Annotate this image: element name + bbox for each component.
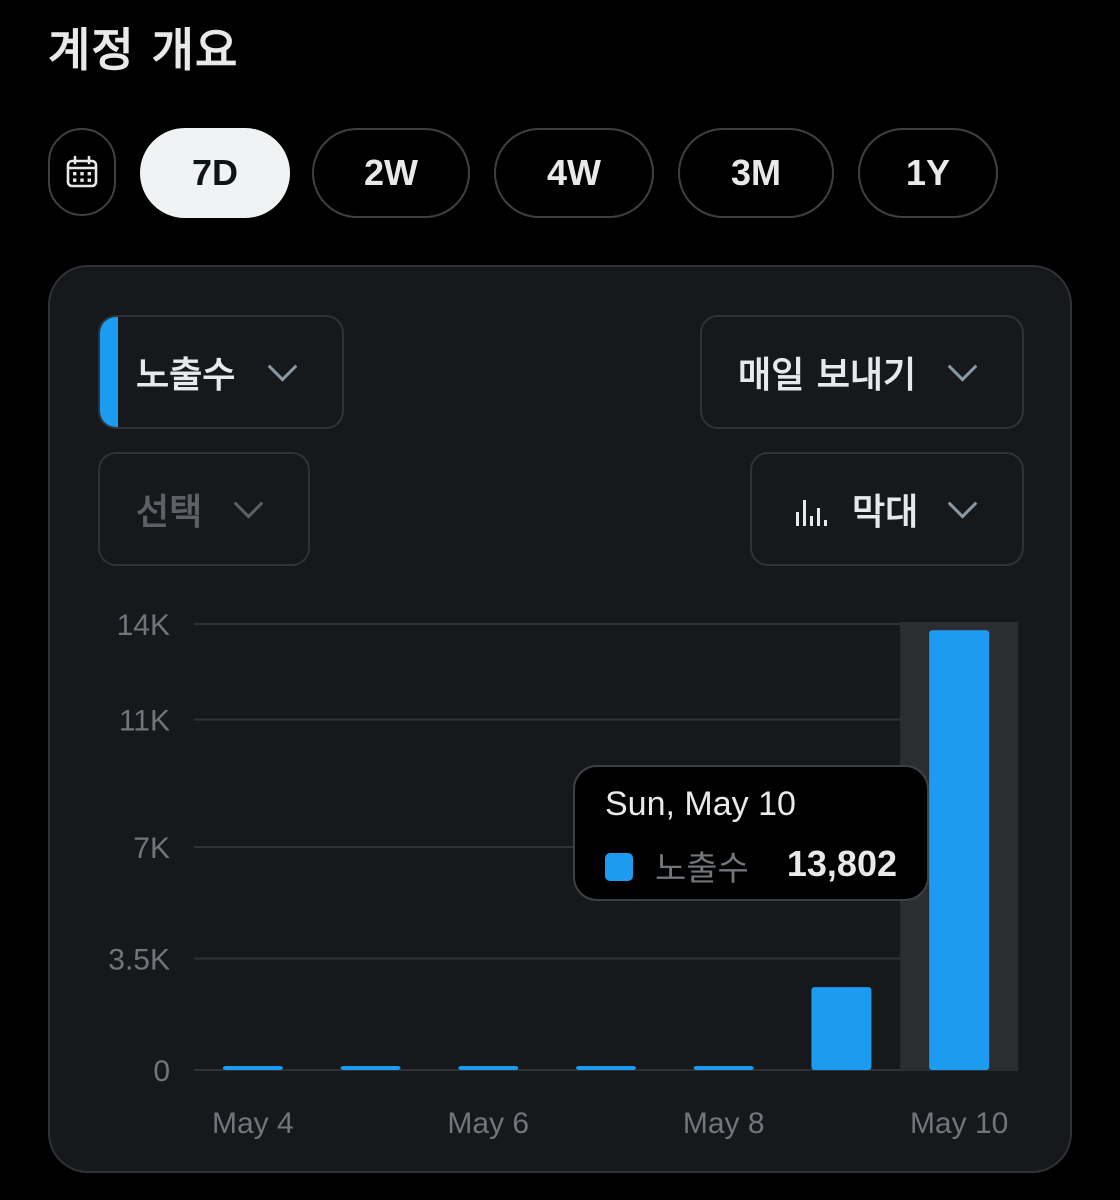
tooltip-series-name: 노출수 [655,849,749,889]
range-button-3m[interactable]: 3M [678,128,834,218]
y-tick-label: 7K [133,832,170,865]
range-button-7d[interactable]: 7D [140,128,290,218]
x-tick-label: May 8 [683,1107,765,1140]
x-tick-label: May 10 [910,1107,1008,1140]
chart-card: 노출수 매일 보내기 선택 막대 0 3.5K 7K 11K 14K May 4 May … [48,265,1072,1173]
tooltip-value: 13,802 [786,843,897,884]
calendar-icon [66,155,98,188]
bar-may-9[interactable] [811,987,872,1070]
range-button-2w[interactable]: 2W [312,128,470,218]
tooltip-series-swatch [605,853,633,881]
chart-tooltip: Sun, May 10 노출수 13,802 [573,765,929,901]
bar-may-5[interactable] [340,1066,401,1070]
y-tick-label: 11K [119,705,170,738]
bar-may-4[interactable] [222,1066,283,1070]
bar-may-6[interactable] [458,1066,519,1070]
x-tick-label: May 4 [212,1107,294,1140]
range-button-1y[interactable]: 1Y [858,128,998,218]
page-title: 계정 개요 [48,23,239,77]
y-tick-label: 3.5K [108,944,170,977]
calendar-button[interactable] [48,128,116,216]
bar-may-8[interactable] [693,1066,754,1070]
bar-may-7[interactable] [576,1066,636,1070]
y-tick-label: 0 [153,1055,170,1088]
bar-may-10[interactable] [929,630,990,1070]
bar-chart: 0 3.5K 7K 11K 14K May 4 May 6 May 8 May 10 [108,609,1019,1140]
y-tick-label: 14K [117,609,170,642]
range-button-4w[interactable]: 4W [494,128,654,218]
tooltip-date: Sun, May 10 [605,785,796,823]
x-tick-label: May 6 [447,1107,529,1140]
